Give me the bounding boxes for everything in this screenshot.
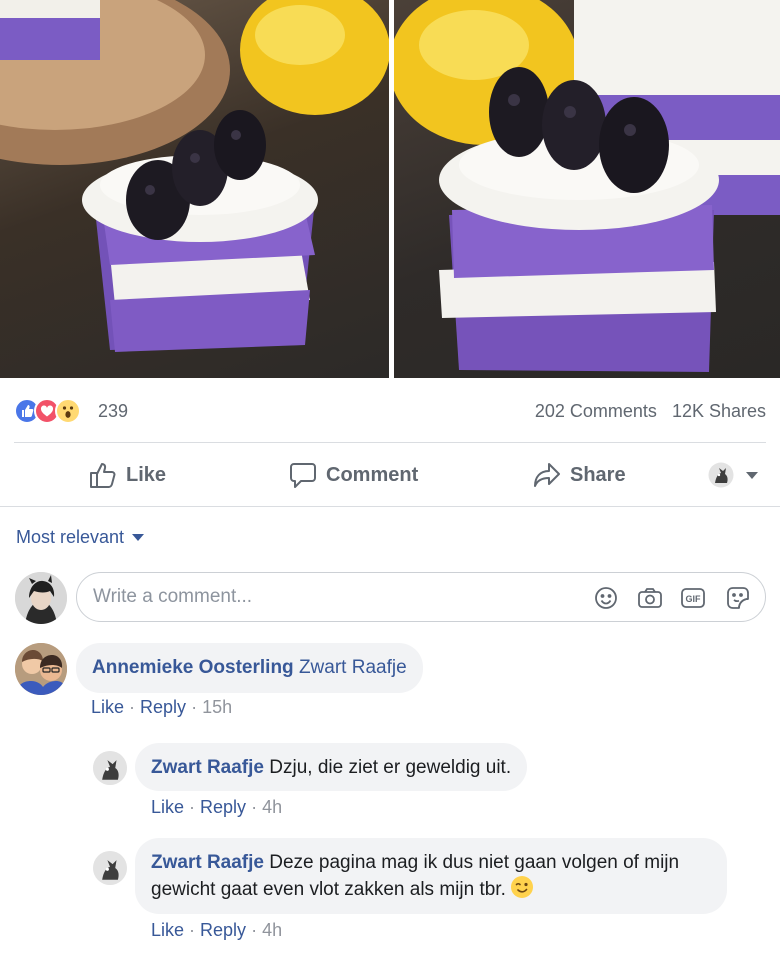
commenter-avatar[interactable] [15, 643, 67, 695]
reply-timestamp[interactable]: 4h [262, 797, 282, 817]
reply-text: Dzju, die ziet er geweldig uit. [269, 757, 512, 778]
camera-icon[interactable] [637, 585, 663, 611]
comment-input[interactable] [93, 573, 573, 621]
reply-meta: Like · Reply · 4h [151, 797, 283, 817]
thumbs-up-icon [90, 463, 116, 488]
gif-icon[interactable]: GIF [680, 585, 706, 611]
share-arrow-icon [534, 463, 560, 487]
shares-count-link[interactable]: 12K Shares [672, 401, 766, 421]
comment-meta: Like · Reply · 15h [91, 697, 233, 717]
reply-bubble: Zwart Raafje Deze pagina mag ik dus niet… [135, 838, 727, 914]
page-avatar-icon [708, 462, 734, 488]
share-button[interactable]: Share [532, 446, 626, 504]
chevron-down-icon [746, 471, 758, 479]
wink-emoji-icon [510, 875, 534, 906]
comment-author-link[interactable]: Annemieke Oosterling [92, 657, 294, 678]
caret-down-icon [132, 534, 145, 541]
reply-reply-link[interactable]: Reply [200, 797, 246, 817]
post-action-bar: Like Comment Share [0, 446, 780, 504]
comment-button[interactable]: Comment [288, 446, 418, 504]
reply-like-link[interactable]: Like [151, 920, 184, 940]
share-label: Share [570, 463, 626, 486]
reply-bubble: Zwart Raafje Dzju, die ziet er geweldig … [135, 743, 528, 791]
post-photo-left[interactable] [0, 0, 389, 378]
action-bar-divider [0, 506, 780, 507]
stats-divider [14, 442, 766, 443]
reply-author-link[interactable]: Zwart Raafje [151, 852, 264, 873]
post-photos [0, 0, 780, 378]
reply-like-link[interactable]: Like [151, 797, 184, 817]
reply-timestamp[interactable]: 4h [262, 920, 282, 940]
wow-icon [55, 398, 81, 424]
comment-sort-dropdown[interactable]: Most relevant [16, 527, 145, 548]
comment-reply-link[interactable]: Reply [140, 697, 186, 717]
reply-author-link[interactable]: Zwart Raafje [151, 757, 264, 778]
reply-author-avatar[interactable] [93, 751, 127, 785]
comment-like-link[interactable]: Like [91, 697, 124, 717]
reply-meta: Like · Reply · 4h [151, 920, 283, 940]
comment-share-counts: 202 Comments 12K Shares [525, 401, 766, 422]
tagged-user-link[interactable]: Zwart Raafje [299, 657, 407, 678]
reply-author-avatar[interactable] [93, 851, 127, 885]
sticker-icon[interactable] [725, 585, 751, 611]
comment-label: Comment [326, 463, 419, 486]
reply-reply-link[interactable]: Reply [200, 920, 246, 940]
svg-text:GIF: GIF [686, 594, 702, 604]
like-label: Like [126, 463, 167, 486]
blackberry-cake-photo [0, 0, 389, 352]
blackberry-cake-photo [394, 0, 780, 372]
like-button[interactable]: Like [88, 446, 166, 504]
comment-bubble-icon [290, 463, 316, 488]
emoji-icon[interactable] [593, 585, 619, 611]
comment-timestamp[interactable]: 15h [202, 697, 232, 717]
post-photo-right[interactable] [394, 0, 780, 378]
post-as-page-selector[interactable] [708, 446, 758, 504]
post-stats: 239 202 Comments 12K Shares [14, 395, 766, 427]
current-user-avatar[interactable] [15, 572, 67, 624]
comment-composer: GIF [76, 572, 766, 622]
reaction-count[interactable]: 239 [98, 401, 128, 422]
comment-bubble: Annemieke Oosterling Zwart Raafje [76, 643, 423, 693]
sort-label: Most relevant [16, 527, 125, 547]
comments-count-link[interactable]: 202 Comments [535, 401, 657, 421]
